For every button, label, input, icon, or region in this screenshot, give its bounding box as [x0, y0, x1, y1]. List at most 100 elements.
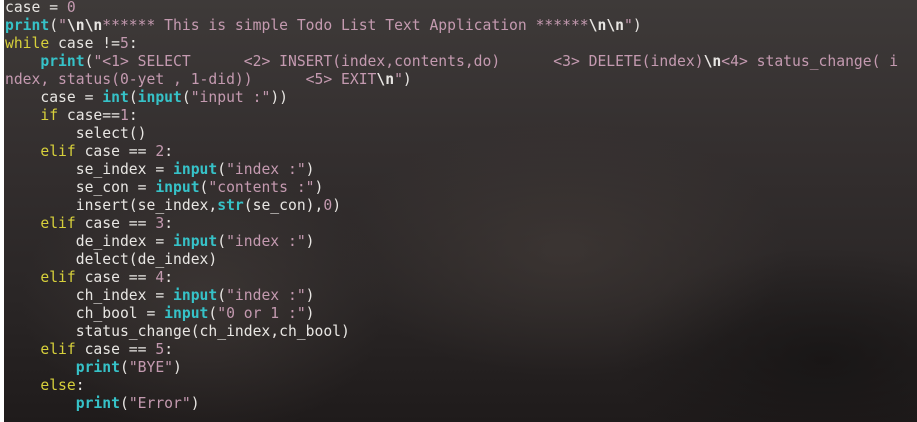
- code-escape: \n: [376, 71, 395, 88]
- code-string: "index :": [226, 233, 306, 250]
- code-text: case==: [58, 107, 120, 124]
- code-string: ****** This is simple Todo List Text App…: [102, 17, 589, 34]
- code-text: :: [75, 377, 85, 394]
- code-text: case ==: [75, 215, 156, 232]
- code-string: "index :": [226, 287, 306, 304]
- code-keyword: if: [40, 107, 59, 124]
- code-line: delect(de_index): [5, 251, 898, 269]
- code-text: :: [128, 35, 138, 52]
- code-text: (: [208, 305, 218, 322]
- code-text: case ==: [75, 269, 156, 286]
- code-line: print("BYE"): [5, 359, 898, 377]
- code-string: "index :": [226, 161, 306, 178]
- code-line: elif case == 4:: [5, 269, 898, 287]
- code-builtin: str: [217, 197, 244, 214]
- code-text: case =: [5, 0, 67, 16]
- code-text: select(): [5, 125, 147, 142]
- code-text: (: [128, 89, 138, 106]
- code-number: 5: [155, 341, 165, 358]
- code-builtin: input: [173, 161, 218, 178]
- code-line: status_change(ch_index,ch_bool): [5, 323, 898, 341]
- code-text: status_change(ch_index,ch_bool): [5, 323, 350, 340]
- code-builtin: input: [155, 179, 200, 196]
- code-text: ch_index =: [5, 287, 174, 304]
- code-text: ): [305, 161, 315, 178]
- code-text: case !=: [49, 35, 120, 52]
- code-string: ": [58, 17, 67, 34]
- code-escape: \n: [703, 53, 722, 70]
- code-line: print("Error"): [5, 395, 898, 413]
- code-line: ch_index = input("index :"): [5, 287, 898, 305]
- code-builtin: input: [173, 287, 218, 304]
- code-keyword: else: [40, 377, 76, 394]
- code-text: (: [217, 161, 227, 178]
- code-text: (: [49, 17, 59, 34]
- code-text: delect(de_index): [5, 251, 218, 268]
- code-number: 2: [155, 143, 165, 160]
- code-string: "input :": [190, 89, 271, 106]
- code-editor[interactable]: case = 0 print("\n\n****** This is simple…: [5, 0, 898, 413]
- code-text: (: [119, 395, 129, 412]
- code-text: se_con =: [5, 179, 156, 196]
- code-escape: \n\n: [588, 17, 625, 34]
- code-text: case =: [5, 89, 103, 106]
- code-builtin: print: [5, 17, 50, 34]
- code-line: elif case == 2:: [5, 143, 898, 161]
- code-text: :: [164, 269, 174, 286]
- code-builtin: print: [75, 359, 120, 376]
- code-string: ": [394, 71, 403, 88]
- code-number: 0: [323, 197, 333, 214]
- code-text: ): [632, 17, 642, 34]
- code-string: "contents :": [208, 179, 315, 196]
- code-text: (: [217, 233, 227, 250]
- code-text: insert(se_index,: [5, 197, 218, 214]
- code-line: se_index = input("index :"): [5, 161, 898, 179]
- code-number: 1: [119, 107, 129, 124]
- terminal-window[interactable]: case = 0 print("\n\n****** This is simple…: [4, 0, 917, 422]
- code-text: (: [119, 359, 129, 376]
- code-text: :: [164, 341, 174, 358]
- code-builtin: input: [173, 233, 218, 250]
- code-builtin: print: [75, 395, 120, 412]
- code-text: (: [181, 89, 191, 106]
- code-text: ): [314, 179, 324, 196]
- code-builtin: int: [102, 89, 129, 106]
- code-line: print("<1> SELECT <2> INSERT(index,conte…: [5, 53, 898, 71]
- code-keyword: elif: [40, 143, 76, 160]
- code-number: 0: [66, 0, 76, 16]
- code-line: print("\n\n****** This is simple Todo Li…: [5, 17, 898, 35]
- code-builtin: input: [164, 305, 209, 322]
- code-keyword: elif: [40, 269, 76, 286]
- code-text: de_index =: [5, 233, 174, 250]
- code-line: elif case == 5:: [5, 341, 898, 359]
- code-escape: \n\n: [66, 17, 103, 34]
- code-line: se_con = input("contents :"): [5, 179, 898, 197]
- code-text: :: [164, 143, 174, 160]
- code-line: else:: [5, 377, 898, 395]
- code-text: ): [305, 305, 315, 322]
- code-text: ): [190, 395, 200, 412]
- code-text: )): [270, 89, 288, 106]
- code-string: "Error": [128, 395, 191, 412]
- code-string: ndex, status(0-yet , 1-did)) <5> EXIT: [5, 71, 377, 88]
- code-text: ): [305, 233, 315, 250]
- code-string: <4> status_change( i: [721, 53, 899, 70]
- code-line: if case==1:: [5, 107, 898, 125]
- code-text: (se_con),: [243, 197, 324, 214]
- code-string: "<1> SELECT <2> INSERT(index,contents,do…: [93, 53, 704, 70]
- code-text: ): [402, 71, 412, 88]
- code-line: ndex, status(0-yet , 1-did)) <5> EXIT\n"…: [5, 71, 898, 89]
- code-line: while case !=5:: [5, 35, 898, 53]
- code-builtin: input: [137, 89, 182, 106]
- code-keyword: elif: [40, 341, 76, 358]
- code-text: se_index =: [5, 161, 174, 178]
- code-keyword: elif: [40, 215, 76, 232]
- code-text: ): [305, 287, 315, 304]
